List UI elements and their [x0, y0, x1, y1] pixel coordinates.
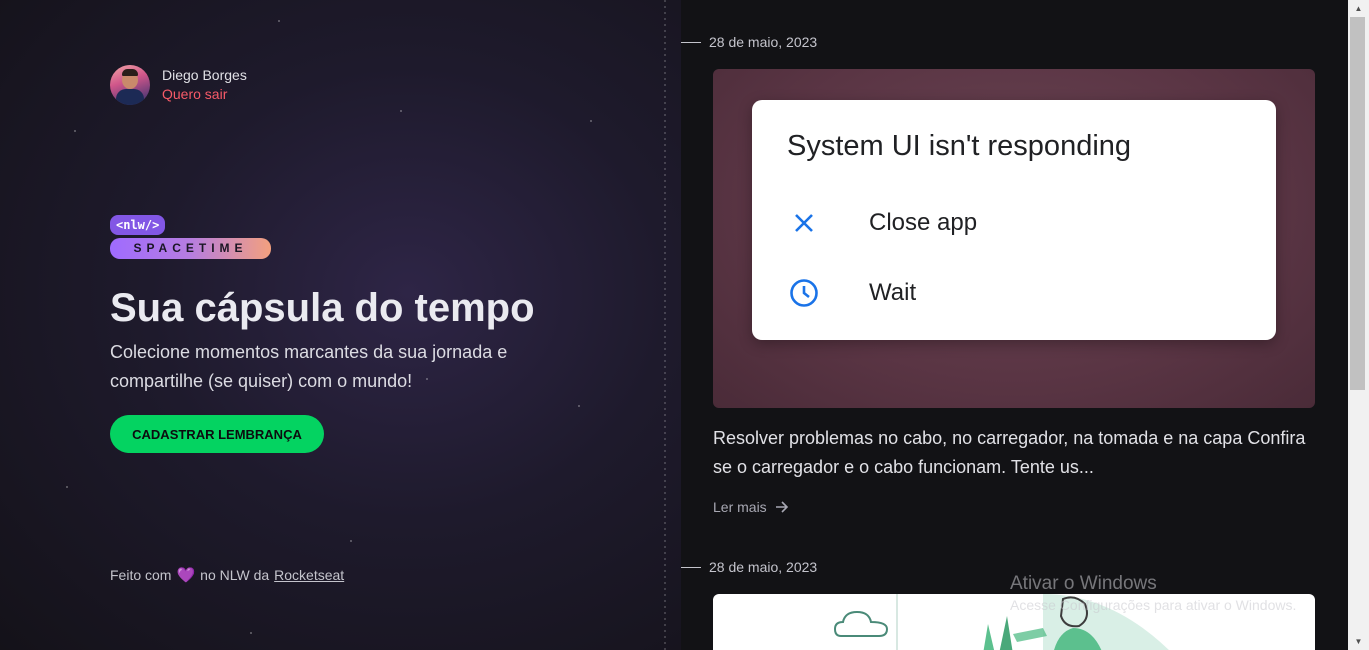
- memory-image: System UI isn't responding Close app Wai…: [713, 69, 1315, 408]
- memory-date: 28 de maio, 2023: [681, 34, 817, 50]
- user-name: Diego Borges: [162, 67, 247, 83]
- star-decoration: [278, 20, 280, 22]
- memory-date-text: 28 de maio, 2023: [709, 34, 818, 50]
- scroll-down-arrow-icon[interactable]: ▼: [1348, 633, 1369, 650]
- read-more-label: Ler mais: [713, 499, 767, 515]
- memory-date-text: 28 de maio, 2023: [709, 559, 818, 575]
- dialog-title: System UI isn't responding: [787, 130, 1132, 162]
- stripes-decoration: [664, 0, 666, 650]
- memory-date: 28 de maio, 2023: [681, 559, 817, 575]
- vertical-scrollbar[interactable]: ▲ ▼: [1348, 0, 1369, 650]
- avatar[interactable]: [110, 65, 150, 105]
- memories-timeline: 28 de maio, 2023 System UI isn't respond…: [681, 0, 1348, 650]
- date-divider: [681, 566, 701, 568]
- logout-link[interactable]: Quero sair: [162, 85, 247, 104]
- star-decoration: [350, 540, 352, 542]
- create-memory-button[interactable]: CADASTRAR LEMBRANÇA: [110, 415, 324, 453]
- memory-excerpt: Resolver problemas no cabo, no carregado…: [713, 428, 1306, 477]
- logo-wordmark: SPACETIME: [110, 238, 271, 259]
- clock-icon: [787, 276, 821, 310]
- dialog-option-label: Close app: [869, 209, 978, 236]
- close-icon: [787, 206, 821, 240]
- nlw-spacetime-logo: <nlw/> SPACETIME: [110, 215, 271, 259]
- read-more-link[interactable]: Ler mais: [713, 499, 789, 515]
- heart-icon: 💜: [176, 567, 196, 584]
- user-profile: Diego Borges Quero sair: [110, 65, 247, 105]
- dialog-option-wait: Wait: [787, 276, 916, 310]
- footer: Feito com 💜 no NLW da Rocketseat: [110, 566, 344, 584]
- dialog-option-label: Wait: [869, 279, 917, 306]
- star-decoration: [250, 632, 252, 634]
- illustration-image: [833, 594, 1169, 650]
- arrow-right-icon: [775, 501, 788, 513]
- scroll-up-arrow-icon[interactable]: ▲: [1348, 0, 1369, 17]
- date-divider: [681, 41, 701, 43]
- logo-tag: <nlw/>: [110, 215, 166, 235]
- scrollbar-thumb[interactable]: [1350, 17, 1365, 390]
- memory-image: [713, 594, 1315, 650]
- system-ui-dialog-image: System UI isn't responding Close app Wai…: [752, 100, 1276, 340]
- dialog-option-close: Close app: [787, 206, 977, 240]
- hero-subtitle: Colecione momentos marcantes da sua jorn…: [110, 342, 508, 391]
- left-panel: Diego Borges Quero sair <nlw/> SPACETIME…: [0, 0, 682, 650]
- star-decoration: [578, 405, 580, 407]
- rocketseat-link[interactable]: Rocketseat: [274, 567, 344, 583]
- footer-prefix: Feito com: [110, 567, 172, 583]
- star-decoration: [74, 130, 76, 132]
- footer-middle: no NLW da: [200, 567, 270, 583]
- hero-title: Sua cápsula do tempo: [110, 286, 535, 330]
- star-decoration: [590, 120, 592, 122]
- star-decoration: [400, 110, 402, 112]
- star-decoration: [66, 486, 68, 488]
